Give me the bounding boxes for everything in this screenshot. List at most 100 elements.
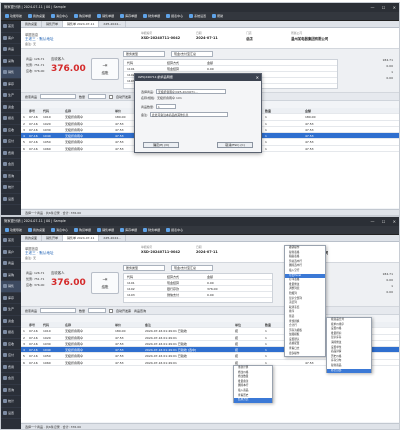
stock-icon [3,81,7,86]
pay-summary-select[interactable]: 现金/支付宝汇总 [171,265,213,271]
sidebar-item[interactable]: 费用 [1,362,21,373]
store-value[interactable]: 总店 [246,36,253,41]
pay-type-select[interactable]: 账务类型 [123,265,165,271]
remark-input[interactable]: 此处可备注本商品的其他信息 [150,112,229,117]
purchase-icon [74,14,79,18]
window-controls[interactable]: — ☐ ✕ [371,3,399,12]
window-title: 管家婆分销 | 2024-07-11 | 00 | Sample [4,219,66,223]
toolbar-item-settings[interactable]: 系统设置 [187,13,208,19]
sidebar-item[interactable]: 生产 [1,90,21,102]
sidebar-item[interactable]: 报表 [1,113,21,125]
sidebar-item[interactable]: 销售 [1,67,21,79]
sidebar-item[interactable]: 设置 [1,408,21,419]
invoice-checkbox[interactable] [109,308,114,313]
sidebar-item[interactable]: 应付 [1,350,21,362]
sidebar-item[interactable]: 应收 [1,125,21,136]
sidebar-item[interactable]: 采购 [1,270,21,281]
sidebar-item[interactable]: 商品 [1,258,21,270]
ok-button[interactable]: 确定(E) (D) [143,142,179,148]
product-query-button[interactable]: 商品查询 [134,309,146,313]
window-controls[interactable]: — ☐ ✕ [371,217,399,226]
company-label: 所属公司 [291,31,303,35]
qty-label: 数量 [79,94,86,99]
toolbar-item-reports[interactable]: 报表中心 [164,227,185,233]
sidebar-item[interactable]: 资金 [1,102,21,113]
menu-item[interactable]: 结算方式 [234,398,272,403]
sidebar-item[interactable]: 设置 [1,194,21,205]
sidebar-item[interactable]: 库存 [1,293,21,304]
sidebar-item[interactable]: 首页 [1,21,21,33]
sidebar-item[interactable]: 费用 [1,148,21,159]
toolbar-item-help[interactable]: 帮助 [210,13,225,19]
toolbar-item-sales[interactable]: 销售单据 [95,227,116,233]
toolbar-item-stock[interactable]: 库存单据 [118,13,139,19]
pay-button[interactable]: ⇥ 结账 [91,58,119,80]
toolbar-item-nav[interactable]: 功能导航 [3,227,24,233]
sidebar-item[interactable]: 库存 [1,79,21,90]
sidebar-item[interactable]: 统计 [1,182,21,194]
toolbar-item-stock[interactable]: 库存单据 [118,227,139,233]
sidebar-item[interactable]: 销售 [1,281,21,293]
pay-type-select[interactable]: 账务类型 [123,51,165,57]
date-value[interactable]: 2024-07-11 [196,250,218,254]
sidebar: 首页 客户 商品 采购 销售 库存 生产 资金 报表 应收 应付 费用 会员 查… [1,235,21,429]
toolbar-item-messages[interactable]: 消息中心 [49,227,70,233]
cancel-button[interactable]: 取消(ESC) (C) [217,142,253,148]
qty-input[interactable] [88,94,107,99]
toolbar-item-reports[interactable]: 报表中心 [164,13,185,19]
search-input[interactable] [40,308,77,313]
invoice-checkbox[interactable] [109,94,114,99]
sidebar-item[interactable]: 应收 [1,339,21,350]
sidebar-item[interactable]: 报表 [1,327,21,339]
product-icon [3,47,7,52]
toolbar-item-desktop[interactable]: 我的桌面 [26,227,47,233]
toolbar-item-purchase[interactable]: 购货单据 [72,227,93,233]
tab-order-detail[interactable]: XZ5-2024... [99,235,127,241]
toolbar-item-sales[interactable]: 销售单据 [95,13,116,19]
sidebar-item[interactable]: 客户 [1,33,21,44]
tab-sales-order[interactable]: 销售单 2024-07-11 [63,21,100,27]
qty-input[interactable] [88,308,107,313]
sidebar-item[interactable]: 统计 [1,396,21,408]
sales-icon [3,70,7,75]
tab-sales-entry[interactable]: 销售开单 [42,21,64,27]
quantity-input[interactable]: 1 [156,104,177,109]
pay-summary-select[interactable]: 现金/支付宝汇总 [171,51,213,57]
product-select[interactable]: 无极折叠雨伞(XZ5-2024071... [156,89,227,94]
sidebar-item[interactable]: 首页 [1,235,21,247]
toolbar-item-nav[interactable]: 功能导航 [3,13,24,19]
search-input[interactable] [40,94,77,99]
menu-item[interactable]: 更多操作 [285,352,325,357]
menu-item[interactable]: 移至顶部 [327,368,371,374]
close-icon[interactable]: ✕ [256,74,259,81]
toolbar-item-finance[interactable]: 财务单据 [141,13,162,19]
message-icon [51,14,56,18]
stats-icon [3,399,7,404]
tab-desktop[interactable]: 我的桌面 [21,235,43,241]
toolbar-item-messages[interactable]: 消息中心 [49,13,70,19]
tab-desktop[interactable]: 我的桌面 [21,21,43,27]
amount-due-value: 376.00 [51,64,86,74]
sidebar-item[interactable]: 商品 [1,44,21,56]
sidebar-item[interactable]: 查询 [1,385,21,396]
sidebar-item[interactable]: 会员 [1,373,21,385]
sidebar-item[interactable]: 客户 [1,247,21,258]
sidebar-item[interactable]: 采购 [1,56,21,67]
sidebar-item[interactable]: 查询 [1,171,21,182]
store-label: 门店 [246,31,252,35]
toolbar-item-finance[interactable]: 财务单据 [141,227,162,233]
sidebar-item[interactable]: 生产 [1,304,21,316]
date-value[interactable]: 2024-07-11 [196,36,218,40]
tab-sales-order[interactable]: 销售单 2024-07-11 [63,235,100,241]
sidebar-item[interactable]: 应付 [1,136,21,148]
toolbar-item-purchase[interactable]: 购货单据 [72,13,93,19]
purchase-icon [3,272,7,277]
sidebar-item[interactable]: 会员 [1,159,21,171]
tab-sales-entry[interactable]: 销售开单 [42,235,64,241]
sidebar-item[interactable]: 资金 [1,316,21,327]
toolbar-item-desktop[interactable]: 我的桌面 [26,13,47,19]
home-icon [3,238,7,243]
pay-button[interactable]: ⇥ 结账 [91,272,119,294]
table-row[interactable]: 1103微信支付0.00 [124,292,272,298]
tab-order-detail[interactable]: XZ5-2024... [99,21,127,27]
